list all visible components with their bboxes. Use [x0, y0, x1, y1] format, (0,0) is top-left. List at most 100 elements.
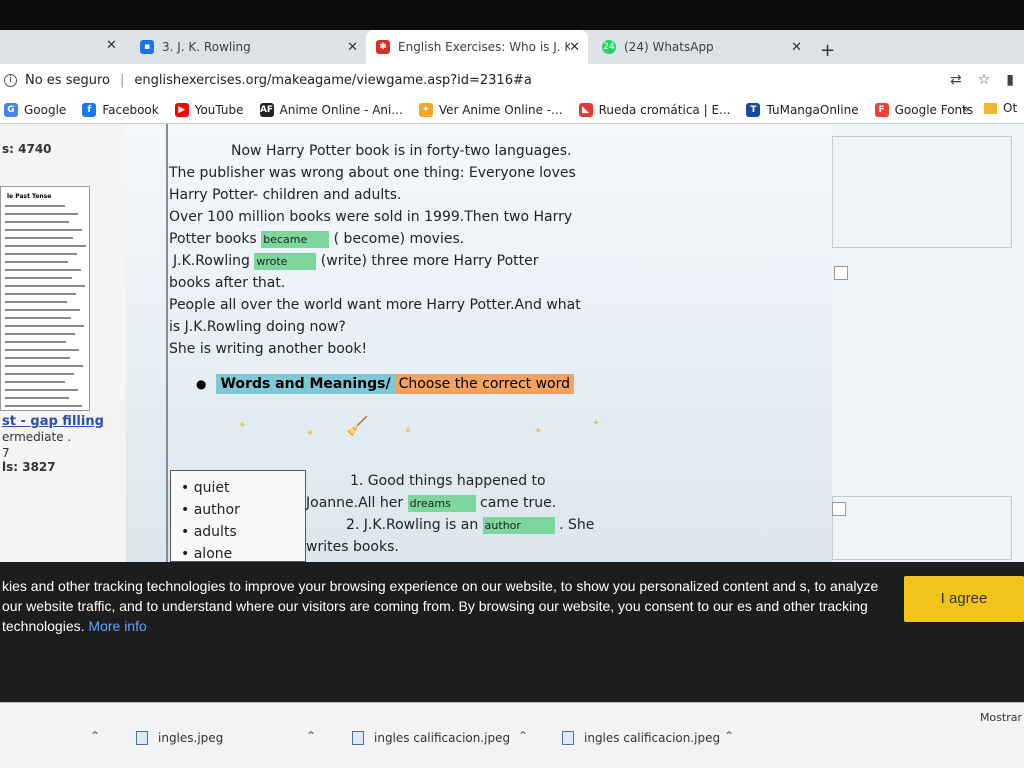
- tab-whatsapp[interactable]: 24 (24) WhatsApp ✕: [592, 30, 810, 64]
- chevron-up-icon[interactable]: ⌃: [518, 729, 528, 743]
- star-icon: ✦: [238, 420, 247, 431]
- folder-icon: [984, 102, 997, 114]
- security-status[interactable]: No es seguro: [25, 73, 110, 88]
- answer-field-3[interactable]: dreams: [407, 494, 476, 512]
- passage-line: J.K.Rowling wrote (write) three more Har…: [169, 250, 589, 272]
- thumbnail-text-line: [5, 325, 84, 327]
- number-label: 7: [2, 446, 10, 460]
- close-tab-icon[interactable]: ✕: [347, 40, 358, 55]
- thumbnail-text-line: [5, 373, 74, 375]
- tab-strip: ✕ ▪ 3. J. K. Rowling ✕ ✱ English Exercis…: [0, 0, 1024, 64]
- star-icon[interactable]: ☆: [978, 72, 991, 88]
- tab-title: (24) WhatsApp: [624, 40, 714, 54]
- tab-title: English Exercises: Who is J. K. Ro: [398, 40, 570, 54]
- thumbnail-text-line: [5, 237, 73, 239]
- ad-slot: [832, 496, 1012, 560]
- close-tab-icon[interactable]: ✕: [791, 40, 802, 55]
- youtube-icon: ▶: [174, 102, 189, 117]
- chevron-up-icon[interactable]: ⌃: [724, 729, 734, 743]
- tab-englishexercises[interactable]: ✱ English Exercises: Who is J. K. Ro ✕: [366, 30, 588, 64]
- star-icon: ✦: [306, 428, 315, 439]
- thumbnail-text-line: [5, 341, 66, 343]
- thumbnail-text-line: [5, 397, 69, 399]
- passage-line: The publisher was wrong about one thing:…: [169, 165, 576, 181]
- thumbnail-text-line: [5, 389, 78, 391]
- translate-icon[interactable]: ⇄: [950, 72, 962, 88]
- bookmark-youtube[interactable]: ▶ YouTube: [174, 102, 244, 117]
- download-filename: ingles calificacion.jpeg: [584, 731, 721, 745]
- bookmark-tumanga[interactable]: T TuMangaOnline: [746, 102, 859, 117]
- views-count: s: 4740: [2, 142, 52, 156]
- thumbnail-text-line: [5, 309, 80, 311]
- agree-button[interactable]: I agree: [904, 576, 1024, 622]
- thumbnail-text-line: [5, 405, 82, 407]
- passage-line: People all over the world want more Harr…: [169, 297, 581, 313]
- bookmark-rueda[interactable]: ◣ Rueda cromática | E...: [578, 102, 730, 117]
- passage-text: Potter books: [169, 231, 257, 247]
- bookmark-label: Ver Anime Online -...: [438, 102, 563, 117]
- bookmark-label: TuMangaOnline: [766, 102, 859, 117]
- image-file-icon: [352, 731, 364, 745]
- worksheet-thumbnail[interactable]: le Past Tense: [0, 186, 90, 411]
- close-tab-icon[interactable]: ✕: [569, 40, 580, 55]
- thumbnail-text-line: [5, 381, 65, 383]
- bookmark-google-fonts[interactable]: F Google Fonts: [874, 102, 973, 117]
- close-tab-icon[interactable]: ✕: [106, 38, 117, 53]
- star-icon: ✦: [404, 426, 413, 437]
- thumbnail-text-line: [5, 277, 72, 279]
- question-text: Joanne.All her: [306, 495, 404, 511]
- download-item[interactable]: ingles calificacion.jpeg: [352, 731, 510, 745]
- answer-field-1[interactable]: became: [261, 230, 330, 248]
- chevron-up-icon[interactable]: ⌃: [306, 729, 316, 743]
- info-icon[interactable]: i: [4, 73, 17, 87]
- download-item[interactable]: ingles calificacion.jpeg: [562, 731, 720, 745]
- bookmark-facebook[interactable]: f Facebook: [82, 102, 159, 117]
- bookmark-anime-online[interactable]: AF Anime Online - Ani...: [259, 102, 403, 117]
- word-bank-item: quiet: [194, 477, 305, 499]
- thumbnail-title: le Past Tense: [7, 193, 52, 200]
- more-info-link[interactable]: More info: [88, 618, 146, 634]
- download-filename: ingles.jpeg: [158, 731, 224, 745]
- reading-passage: Now Harry Potter book is in forty-two la…: [169, 140, 589, 360]
- ad-slot: [832, 136, 1012, 248]
- thumbnail-text-line: [5, 221, 69, 223]
- passage-line: is J.K.Rowling doing now?: [169, 319, 346, 335]
- bookmark-label: YouTube: [194, 102, 244, 117]
- show-all-downloads-button[interactable]: Mostrar: [980, 711, 1022, 724]
- image-file-icon: [136, 731, 148, 745]
- address-bar[interactable]: i No es seguro | englishexercises.org/ma…: [0, 64, 1024, 96]
- left-sidebar: s: 4740 le Past Tense st - gap filling e…: [0, 124, 126, 562]
- thumbnail-text-line: [5, 365, 83, 367]
- passage-text: J.K.Rowling: [173, 253, 250, 269]
- download-item[interactable]: ingles.jpeg: [136, 731, 223, 745]
- address-actions: ⇄ ☆ ▮: [950, 72, 1014, 88]
- question-1: 1. Good things happened to: [350, 473, 546, 489]
- extension-icon[interactable]: ▮: [1006, 72, 1014, 88]
- new-tab-button[interactable]: +: [820, 40, 835, 61]
- bookmark-label: Facebook: [102, 102, 159, 117]
- worksheet-link[interactable]: st - gap filling: [2, 414, 104, 429]
- bookmark-ver-anime[interactable]: ✦ Ver Anime Online -...: [418, 102, 563, 117]
- passage-line: Over 100 million books were sold in 1999…: [169, 209, 573, 225]
- bookmark-google[interactable]: G Google: [4, 102, 66, 117]
- right-sidebar: [832, 124, 1024, 562]
- thumbnail-text-line: [5, 253, 77, 255]
- cookie-banner: kies and other tracking technologies to …: [0, 562, 1024, 702]
- bullet-icon: ●: [196, 377, 207, 391]
- chevron-up-icon[interactable]: ⌃: [90, 729, 100, 743]
- thumbnail-text-line: [5, 349, 79, 351]
- image-file-icon: [562, 731, 574, 745]
- anime-online-icon: AF: [259, 102, 274, 117]
- google-icon: G: [4, 102, 18, 117]
- tab-title: 3. J. K. Rowling: [162, 40, 251, 54]
- tab-rowling[interactable]: ▪ 3. J. K. Rowling ✕: [130, 30, 366, 64]
- facebook-icon: f: [82, 102, 97, 117]
- thumbnail-text-line: [5, 269, 81, 271]
- url-text[interactable]: englishexercises.org/makeagame/viewgame.…: [134, 73, 531, 88]
- answer-field-2[interactable]: wrote: [254, 252, 317, 270]
- bookmarks-overflow-button[interactable]: »: [962, 102, 969, 116]
- other-bookmarks[interactable]: Ot: [984, 101, 1017, 115]
- word-bank: quiet author adults alone: [170, 470, 306, 562]
- answer-field-4[interactable]: author: [482, 516, 555, 534]
- exercise-questions: 1. Good things happened to Joanne.All he…: [306, 470, 606, 558]
